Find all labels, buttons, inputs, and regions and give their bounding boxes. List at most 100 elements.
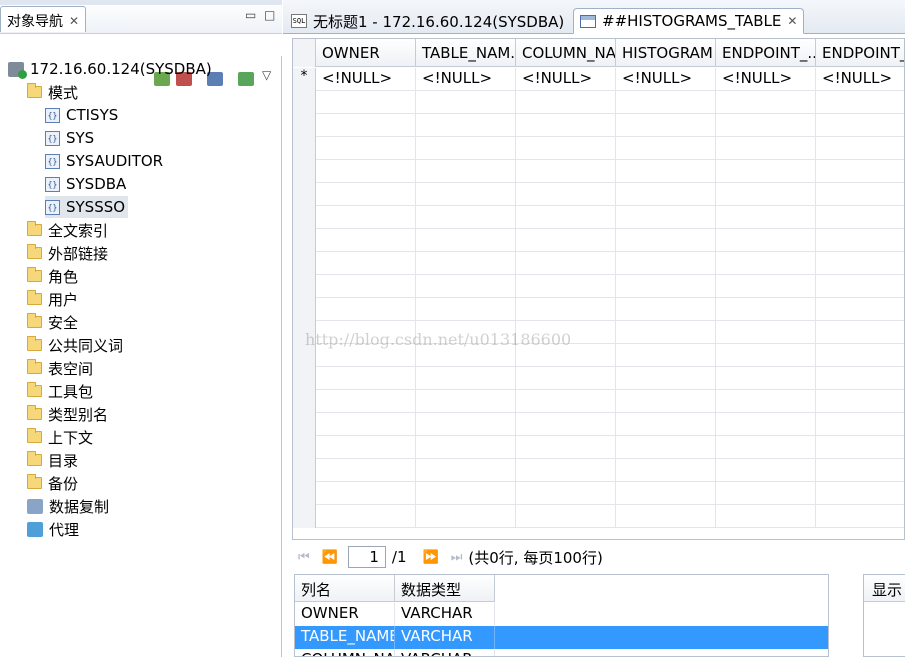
result-grid[interactable]: OWNER TABLE_NAM... COLUMN_NA HISTOGRAM E… [292, 38, 905, 540]
watermark: http://blog.csdn.net/u013186600 [305, 330, 572, 349]
row-count-summary: (共0行, 每页100行) [468, 548, 603, 567]
empty-grid-row [293, 413, 904, 436]
grid-cell[interactable]: <!NULL> [716, 68, 816, 91]
tree-folder-node[interactable]: 表空间 [27, 357, 93, 379]
table-row[interactable]: COLUMN_NA VARCHAR [295, 649, 828, 656]
schema-icon: {} [45, 199, 60, 215]
tree-schema-node[interactable]: {} SYSAUDITOR [45, 150, 163, 172]
empty-grid-row [293, 229, 904, 252]
column-name-cell: COLUMN_NA [295, 649, 395, 656]
tree-folder-node[interactable]: 公共同义词 [27, 334, 123, 356]
grid-header: OWNER TABLE_NAM... COLUMN_NA HISTOGRAM E… [293, 39, 904, 67]
tree-folder-node[interactable]: 安全 [27, 311, 78, 333]
table-row[interactable]: OWNER VARCHAR [295, 603, 828, 626]
column-header[interactable]: HISTOGRAM [616, 39, 716, 67]
schema-icon: {} [45, 153, 60, 169]
folder-icon [27, 244, 42, 259]
pager: ⏮ ⏪ /1 ⏩ ⏭ (共0行, 每页100行) [292, 543, 905, 571]
empty-grid-row [293, 459, 904, 482]
empty-grid-row [293, 482, 904, 505]
empty-grid-row [293, 298, 904, 321]
tab-histograms-table[interactable]: ##HISTOGRAMS_TABLE ✕ [573, 8, 805, 34]
tree-folder-node[interactable]: 类型别名 [27, 403, 108, 425]
column-header[interactable]: TABLE_NAM... [416, 39, 516, 67]
empty-grid-row [293, 436, 904, 459]
tree-schema-node[interactable]: {} SYS [45, 127, 94, 149]
tree-schema-node-selected[interactable]: {} SYSSSO [45, 196, 129, 218]
column-name-cell: OWNER [295, 603, 395, 626]
folder-icon [27, 405, 42, 420]
schema-icon: {} [45, 107, 60, 123]
tree-folder-node[interactable]: 全文索引 [27, 219, 108, 241]
column-header[interactable]: COLUMN_NA [516, 39, 616, 67]
folder-icon [27, 221, 42, 236]
folder-icon [27, 451, 42, 466]
tree-folder-schemas[interactable]: 模式 [27, 81, 78, 103]
tree-folder-node[interactable]: 工具包 [27, 380, 93, 402]
tab-object-navigator[interactable]: 对象导航 ✕ [0, 6, 87, 32]
page-number-input[interactable] [347, 546, 386, 568]
tree-schema-node[interactable]: {} SYSDBA [45, 173, 126, 195]
replication-icon [27, 498, 43, 514]
column-header[interactable]: 列名 [295, 575, 395, 602]
first-page-icon[interactable]: ⏮ [298, 550, 310, 565]
display-panel-title: 显示 [864, 575, 905, 602]
tree-folder-node[interactable]: 用户 [27, 288, 78, 310]
folder-icon [27, 359, 42, 374]
folder-icon [27, 474, 42, 489]
grid-cell[interactable]: <!NULL> [816, 68, 904, 91]
tree-agent-node[interactable]: 代理 [27, 518, 79, 540]
close-icon[interactable]: ✕ [69, 14, 79, 28]
sql-icon: SQL [291, 14, 307, 28]
tree-folder-node[interactable]: 备份 [27, 472, 78, 494]
schema-icon: {} [45, 130, 60, 146]
grid-cell[interactable]: <!NULL> [616, 68, 716, 91]
grid-cell[interactable]: <!NULL> [316, 68, 416, 91]
table-icon [580, 14, 596, 28]
schema-icon: {} [45, 176, 60, 192]
tree-server-node[interactable]: 172.16.60.124(SYSDBA) [8, 58, 212, 80]
table-row-selected[interactable]: TABLE_NAME VARCHAR [295, 626, 828, 649]
tab-sql-editor[interactable]: SQL 无标题1 - 172.16.60.124(SYSDBA) [285, 8, 570, 34]
row-header-corner [293, 39, 316, 67]
tree-folder-node[interactable]: 上下文 [27, 426, 93, 448]
column-info-header: 列名 数据类型 [295, 575, 495, 602]
data-type-cell: VARCHAR [395, 603, 495, 626]
view-menu-icon[interactable]: ▽ [262, 68, 271, 82]
folder-icon [27, 313, 42, 328]
table-row[interactable]: * <!NULL> <!NULL> <!NULL> <!NULL> <!NULL… [293, 68, 904, 91]
editor-pane: SQL 无标题1 - 172.16.60.124(SYSDBA) ##HISTO… [283, 0, 905, 657]
empty-grid-row [293, 390, 904, 413]
maximize-icon[interactable]: □ [264, 8, 275, 22]
navigator-tabbar: 对象导航 ✕ ▭ □ [0, 0, 282, 34]
close-icon[interactable]: ✕ [787, 14, 797, 28]
navigator-toolbar: ▽ [0, 34, 282, 86]
column-info-table[interactable]: 列名 数据类型 OWNER VARCHAR TABLE_NAME VARCHAR… [294, 574, 829, 657]
empty-grid-row [293, 137, 904, 160]
next-page-icon[interactable]: ⏩ [423, 550, 439, 565]
folder-icon [27, 428, 42, 443]
folder-icon [27, 83, 42, 98]
server-icon [8, 61, 27, 79]
tree-folder-node[interactable]: 角色 [27, 265, 78, 287]
grid-cell[interactable]: <!NULL> [516, 68, 616, 91]
collapse-all-icon[interactable] [238, 72, 254, 86]
folder-icon [27, 267, 42, 282]
column-header[interactable]: ENDPOINT_... [716, 39, 816, 67]
tree-folder-node[interactable]: 外部链接 [27, 242, 108, 264]
folder-icon [27, 382, 42, 397]
editor-tabbar: SQL 无标题1 - 172.16.60.124(SYSDBA) ##HISTO… [283, 0, 905, 34]
grid-cell[interactable]: <!NULL> [416, 68, 516, 91]
display-panel: 显示 [863, 574, 905, 657]
column-header[interactable]: OWNER [316, 39, 416, 67]
tree-replication-node[interactable]: 数据复制 [27, 495, 109, 517]
prev-page-icon[interactable]: ⏪ [322, 550, 338, 565]
column-header[interactable]: 数据类型 [395, 575, 495, 602]
last-page-icon[interactable]: ⏭ [451, 550, 463, 565]
tree-folder-node[interactable]: 目录 [27, 449, 78, 471]
tree-schema-node[interactable]: {} CTISYS [45, 104, 118, 126]
empty-grid-row [293, 183, 904, 206]
empty-grid-row [293, 505, 904, 528]
minimize-icon[interactable]: ▭ [245, 8, 256, 22]
column-header[interactable]: ENDPOINT_ [816, 39, 904, 67]
